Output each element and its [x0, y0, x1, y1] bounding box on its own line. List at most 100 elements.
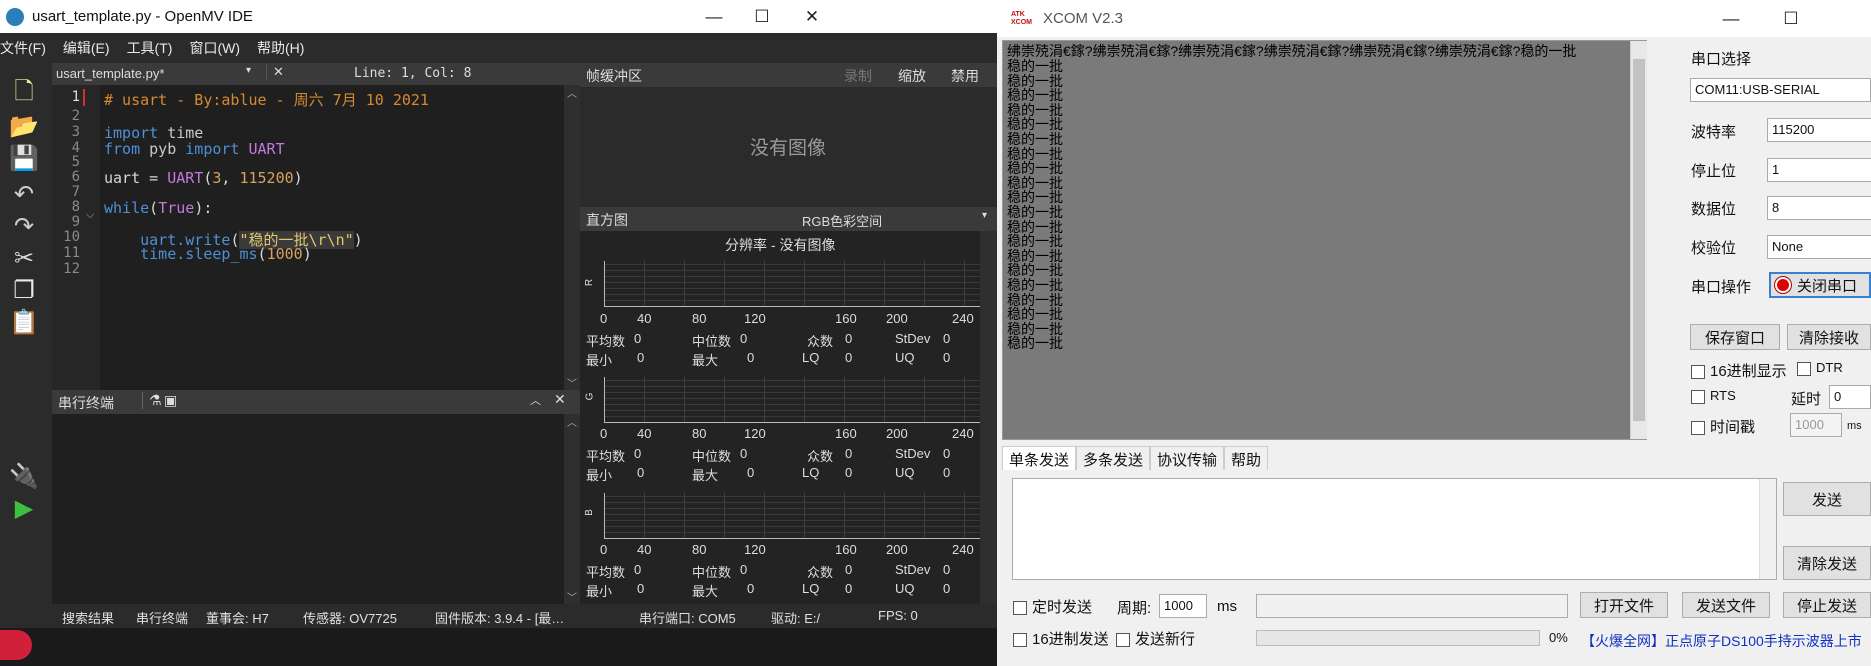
histogram-scrollbar[interactable]: [980, 231, 997, 604]
line-number: 6: [71, 169, 80, 185]
receive-area[interactable]: 绋崇殑涓€鎵?绋崇殑涓€鎵?绋崇殑涓€鎵?绋崇殑涓€鎵?绋崇殑涓€鎵?绋崇殑涓€…: [1002, 40, 1647, 440]
colorspace-dropdown-icon[interactable]: ▾: [982, 210, 987, 221]
stop-bits-select[interactable]: 1: [1767, 158, 1871, 182]
search-results-tab[interactable]: 搜索结果: [62, 608, 114, 627]
terminal-save-icon[interactable]: ▣: [164, 392, 177, 409]
port-select[interactable]: COM11:USB-SERIAL: [1690, 78, 1871, 102]
run-icon[interactable]: ▶: [6, 491, 42, 525]
firmware-status[interactable]: 固件版本: 3.9.4 - [最…: [435, 608, 564, 627]
zoom-button[interactable]: 缩放: [898, 66, 926, 86]
tick-label: 120: [744, 311, 766, 326]
code-line: from pyb import UART: [104, 140, 285, 158]
baud-select[interactable]: 115200: [1767, 118, 1871, 142]
terminal-scrollbar[interactable]: ︿ ﹀: [564, 414, 580, 604]
clear-receive-button[interactable]: 清除接收: [1787, 324, 1871, 350]
hex-send-checkbox[interactable]: 16进制发送: [1013, 628, 1109, 649]
menu-edit[interactable]: 编辑(E): [63, 38, 110, 58]
stat-mode-label: 众数: [807, 334, 834, 349]
collapse-icon[interactable]: ︿: [530, 392, 541, 408]
close-port-button[interactable]: 关闭串口: [1769, 272, 1871, 298]
dtr-checkbox[interactable]: DTR: [1797, 360, 1843, 376]
paste-icon[interactable]: 📋: [6, 305, 42, 339]
menu-window[interactable]: 窗口(W): [189, 38, 240, 58]
hex-display-checkbox[interactable]: 16进制显示: [1691, 360, 1787, 381]
receive-line: 稳的一批: [1007, 174, 1063, 191]
tab-single-send[interactable]: 单条发送: [1002, 446, 1077, 470]
menu-help[interactable]: 帮助(H): [257, 38, 304, 58]
timed-send-checkbox[interactable]: 定时发送: [1013, 596, 1092, 617]
app-icon[interactable]: [0, 630, 32, 660]
xcom-minimize-button[interactable]: —: [1703, 0, 1759, 37]
sensor-status: 传感器: OV7725: [303, 611, 397, 626]
menu-file[interactable]: 文件(F): [0, 38, 46, 58]
receive-line: 绋崇殑涓€鎵?绋崇殑涓€鎵?绋崇殑涓€鎵?绋崇殑涓€鎵?绋崇殑涓€鎵?绋崇殑涓€…: [1007, 43, 1577, 59]
cut-icon[interactable]: ✂: [6, 241, 42, 275]
stat-value: 0: [943, 465, 951, 480]
disable-button[interactable]: 禁用: [951, 66, 979, 86]
terminal-title: 串行终端: [58, 395, 114, 411]
tick-label: 80: [692, 426, 707, 441]
receive-line: 稳的一批: [1007, 87, 1063, 104]
ad-link[interactable]: 【火爆全网】正点原子DS100手持示波器上市: [1581, 631, 1862, 651]
code-line: # usart - By:ablue - 周六 7月 10 2021: [104, 91, 429, 109]
stat-mode-label: 众数: [807, 449, 834, 464]
receive-scrollbar[interactable]: [1630, 41, 1647, 439]
record-button[interactable]: 录制: [844, 66, 872, 86]
undo-icon[interactable]: ↶: [6, 177, 42, 211]
cursor-marker: [83, 89, 85, 106]
send-newline-checkbox[interactable]: 发送新行: [1116, 628, 1195, 649]
no-image-text: 没有图像: [750, 138, 827, 159]
parity-select[interactable]: None: [1767, 235, 1871, 259]
send-scrollbar[interactable]: [1759, 479, 1776, 579]
save-icon[interactable]: 💾: [6, 141, 42, 175]
close-tab-icon[interactable]: ✕: [266, 64, 284, 80]
file-tab[interactable]: usart_template.py*: [56, 66, 164, 81]
rts-checkbox[interactable]: RTS: [1691, 388, 1736, 404]
xcom-maximize-button[interactable]: ☐: [1763, 0, 1819, 37]
serial-terminal-tab[interactable]: 串行终端: [136, 608, 188, 627]
port-status-icon: [1775, 277, 1791, 293]
close-terminal-icon[interactable]: ✕: [554, 391, 566, 408]
close-button[interactable]: ✕: [784, 0, 840, 33]
colorspace-select[interactable]: RGB色彩空间: [802, 211, 882, 230]
fold-icon[interactable]: ⌵: [86, 209, 94, 222]
open-folder-icon[interactable]: 📂: [6, 109, 42, 143]
delay-select[interactable]: 0: [1829, 385, 1871, 409]
serial-terminal[interactable]: ︿ ﹀: [52, 414, 580, 604]
timestamp-interval-input[interactable]: 1000: [1790, 413, 1842, 437]
line-number: 10: [63, 229, 80, 245]
editor-scrollbar[interactable]: ︿ ﹀: [564, 85, 580, 390]
timestamp-checkbox[interactable]: 时间戳: [1691, 416, 1755, 437]
copy-icon[interactable]: ❐: [6, 273, 42, 307]
open-file-button[interactable]: 打开文件: [1580, 592, 1668, 618]
timestamp-unit: ms: [1847, 420, 1862, 432]
line-number: 11: [63, 245, 80, 261]
file-dropdown-icon[interactable]: ▾: [246, 65, 251, 76]
stat-stdev-label: StDev: [895, 562, 931, 577]
send-textarea[interactable]: [1012, 478, 1777, 580]
histogram-b: [604, 493, 992, 539]
menu-tools[interactable]: 工具(T): [127, 38, 173, 58]
terminal-settings-icon[interactable]: ⚗: [142, 392, 162, 409]
file-path-input[interactable]: [1256, 594, 1568, 618]
send-button[interactable]: 发送: [1783, 482, 1871, 516]
redo-icon[interactable]: ↷: [6, 209, 42, 243]
data-bits-select[interactable]: 8: [1767, 196, 1871, 220]
connect-icon[interactable]: 🔌: [6, 459, 42, 493]
stop-send-button[interactable]: 停止发送: [1783, 592, 1871, 618]
send-file-button[interactable]: 发送文件: [1682, 592, 1770, 618]
save-window-button[interactable]: 保存窗口: [1690, 324, 1780, 350]
new-file-icon[interactable]: 🗋: [6, 77, 42, 111]
tab-multi-send[interactable]: 多条发送: [1076, 446, 1151, 470]
tab-protocol[interactable]: 协议传输: [1150, 446, 1225, 470]
period-input[interactable]: 1000: [1159, 594, 1207, 618]
clear-send-button[interactable]: 清除发送: [1783, 546, 1871, 580]
line-gutter: 1 2 3 4 5 6 7 8 9 10 11 12 ⌵: [52, 85, 100, 390]
tab-help[interactable]: 帮助: [1224, 446, 1269, 470]
receive-line: 稳的一批: [1007, 291, 1063, 308]
drive-status[interactable]: 驱动: E:/: [771, 608, 820, 627]
maximize-button[interactable]: ☐: [734, 0, 790, 33]
stat-value: 0: [845, 350, 853, 365]
code-editor[interactable]: 1 2 3 4 5 6 7 8 9 10 11 12 ⌵ # usart - B…: [52, 85, 580, 390]
stat-mean-label: 平均数: [586, 334, 626, 349]
